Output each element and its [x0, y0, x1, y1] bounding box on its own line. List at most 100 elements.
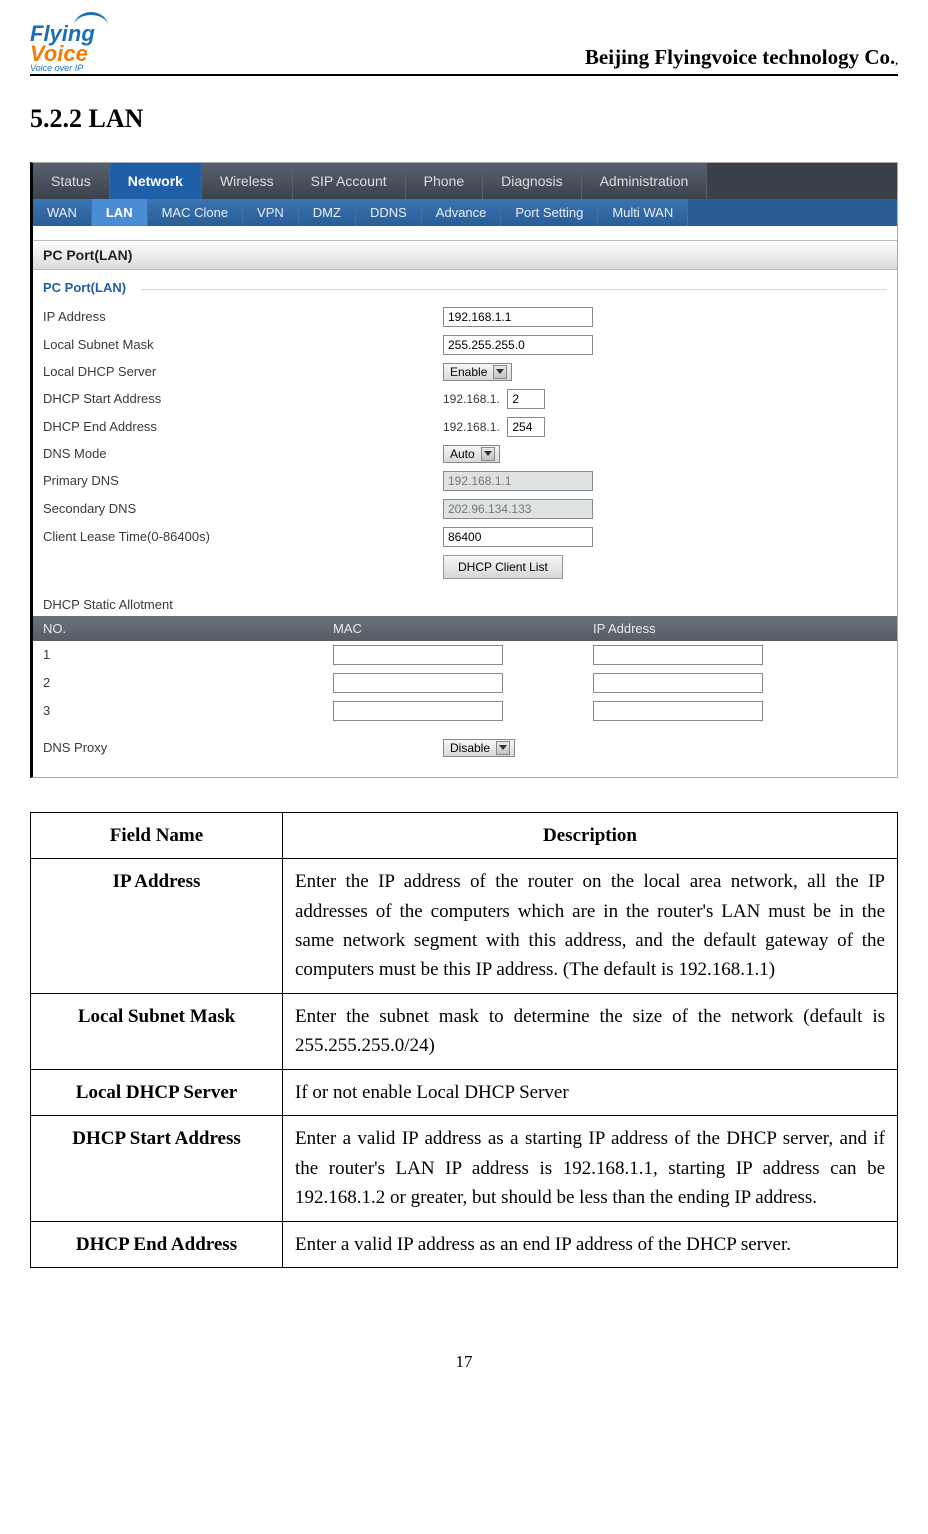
tab-phone[interactable]: Phone: [406, 163, 483, 199]
label-dhcp-start: DHCP Start Address: [43, 391, 443, 406]
logo-tagline: Voice over IP: [30, 64, 108, 72]
chevron-down-icon: [481, 447, 495, 461]
label-dns-proxy: DNS Proxy: [43, 740, 443, 755]
subtab-wan[interactable]: WAN: [33, 199, 92, 226]
field-description-table: Field Name Description IP Address Enter …: [30, 812, 898, 1268]
input-dhcp-end[interactable]: [507, 417, 545, 437]
input-ip-address[interactable]: [443, 307, 593, 327]
static-head-no: NO.: [33, 616, 323, 641]
flyingvoice-logo: Flying Voice Voice over IP: [30, 12, 108, 72]
select-dns-proxy[interactable]: Disable: [443, 739, 515, 757]
static-ip-input[interactable]: [593, 701, 763, 721]
row-dns-proxy: DNS Proxy Disable: [43, 735, 887, 761]
group-title: PC Port(LAN): [33, 270, 897, 299]
input-dhcp-start[interactable]: [507, 389, 545, 409]
label-primary-dns: Primary DNS: [43, 473, 443, 488]
label-lease-time: Client Lease Time(0-86400s): [43, 529, 443, 544]
tab-network[interactable]: Network: [110, 163, 202, 199]
subtab-lan[interactable]: LAN: [92, 199, 148, 226]
sub-tabs: WAN LAN MAC Clone VPN DMZ DDNS Advance P…: [33, 199, 897, 226]
static-mac-input[interactable]: [333, 645, 503, 665]
subtab-multi-wan[interactable]: Multi WAN: [598, 199, 688, 226]
row-secondary-dns: Secondary DNS: [43, 495, 887, 523]
company-name: Beijing Flyingvoice technology Co.,: [585, 45, 898, 72]
static-ip-input[interactable]: [593, 673, 763, 693]
static-row-no: 1: [33, 647, 323, 662]
row-client-list: DHCP Client List: [43, 551, 887, 583]
static-allotment-title: DHCP Static Allotment: [33, 587, 897, 616]
row-subnet-mask: Local Subnet Mask: [43, 331, 887, 359]
static-head-mac: MAC: [323, 616, 583, 641]
desc-head-description: Description: [283, 812, 898, 858]
row-dhcp-start: DHCP Start Address 192.168.1.: [43, 385, 887, 413]
input-subnet-mask[interactable]: [443, 335, 593, 355]
subtab-advance[interactable]: Advance: [422, 199, 502, 226]
select-dhcp-server-value: Enable: [450, 365, 487, 379]
subtab-vpn[interactable]: VPN: [243, 199, 299, 226]
subtab-port-setting[interactable]: Port Setting: [501, 199, 598, 226]
subtab-dmz[interactable]: DMZ: [299, 199, 356, 226]
label-dhcp-server: Local DHCP Server: [43, 364, 443, 379]
input-primary-dns: [443, 471, 593, 491]
tab-diagnosis[interactable]: Diagnosis: [483, 163, 581, 199]
static-head-ip: IP Address: [583, 616, 897, 641]
table-row: DHCP End Address Enter a valid IP addres…: [31, 1221, 898, 1267]
main-tabs: Status Network Wireless SIP Account Phon…: [33, 163, 897, 199]
input-secondary-dns: [443, 499, 593, 519]
desc-field-text: Enter the IP address of the router on th…: [283, 859, 898, 994]
desc-head-field: Field Name: [31, 812, 283, 858]
logo-text-bottom: Voice: [30, 44, 108, 64]
static-mac-input[interactable]: [333, 701, 503, 721]
label-secondary-dns: Secondary DNS: [43, 501, 443, 516]
company-suffix: ,: [895, 55, 898, 67]
static-row: 3: [33, 697, 897, 725]
select-dns-proxy-value: Disable: [450, 741, 490, 755]
row-dhcp-server: Local DHCP Server Enable: [43, 359, 887, 385]
section-heading: 5.2.2 LAN: [30, 104, 898, 134]
select-dhcp-server[interactable]: Enable: [443, 363, 512, 381]
desc-field-name: IP Address: [31, 859, 283, 994]
dhcp-client-list-button[interactable]: DHCP Client List: [443, 555, 563, 579]
static-ip-input[interactable]: [593, 645, 763, 665]
panel-title: PC Port(LAN): [33, 240, 897, 270]
static-mac-input[interactable]: [333, 673, 503, 693]
table-row: IP Address Enter the IP address of the r…: [31, 859, 898, 994]
lan-form: IP Address Local Subnet Mask Local DHCP …: [33, 299, 897, 587]
dhcp-end-prefix: 192.168.1.: [443, 420, 500, 434]
row-dhcp-end: DHCP End Address 192.168.1.: [43, 413, 887, 441]
tab-sip-account[interactable]: SIP Account: [293, 163, 406, 199]
desc-field-text: Enter the subnet mask to determine the s…: [283, 993, 898, 1069]
chevron-down-icon: [496, 741, 510, 755]
row-primary-dns: Primary DNS: [43, 467, 887, 495]
select-dns-mode-value: Auto: [450, 447, 475, 461]
subtab-ddns[interactable]: DDNS: [356, 199, 422, 226]
tab-administration[interactable]: Administration: [582, 163, 708, 199]
dhcp-start-prefix: 192.168.1.: [443, 392, 500, 406]
table-row: Local Subnet Mask Enter the subnet mask …: [31, 993, 898, 1069]
page-header: Flying Voice Voice over IP Beijing Flyin…: [30, 12, 898, 76]
row-dns-mode: DNS Mode Auto: [43, 441, 887, 467]
row-lease-time: Client Lease Time(0-86400s): [43, 523, 887, 551]
tab-status[interactable]: Status: [33, 163, 110, 199]
row-ip-address: IP Address: [43, 303, 887, 331]
desc-field-text: Enter a valid IP address as an end IP ad…: [283, 1221, 898, 1267]
static-row-no: 3: [33, 703, 323, 718]
desc-field-name: Local Subnet Mask: [31, 993, 283, 1069]
static-table-header: NO. MAC IP Address: [33, 616, 897, 641]
label-subnet-mask: Local Subnet Mask: [43, 337, 443, 352]
desc-field-name: DHCP End Address: [31, 1221, 283, 1267]
desc-field-text: If or not enable Local DHCP Server: [283, 1069, 898, 1115]
static-row: 1: [33, 641, 897, 669]
desc-field-name: Local DHCP Server: [31, 1069, 283, 1115]
select-dns-mode[interactable]: Auto: [443, 445, 500, 463]
dns-proxy-area: DNS Proxy Disable: [33, 725, 897, 777]
router-ui-screenshot: Status Network Wireless SIP Account Phon…: [30, 162, 898, 778]
tab-wireless[interactable]: Wireless: [202, 163, 293, 199]
static-row-no: 2: [33, 675, 323, 690]
desc-field-name: DHCP Start Address: [31, 1116, 283, 1221]
subtab-mac-clone[interactable]: MAC Clone: [148, 199, 243, 226]
label-dns-mode: DNS Mode: [43, 446, 443, 461]
desc-field-text: Enter a valid IP address as a starting I…: [283, 1116, 898, 1221]
company-text: Beijing Flyingvoice technology Co.: [585, 45, 895, 69]
input-lease-time[interactable]: [443, 527, 593, 547]
